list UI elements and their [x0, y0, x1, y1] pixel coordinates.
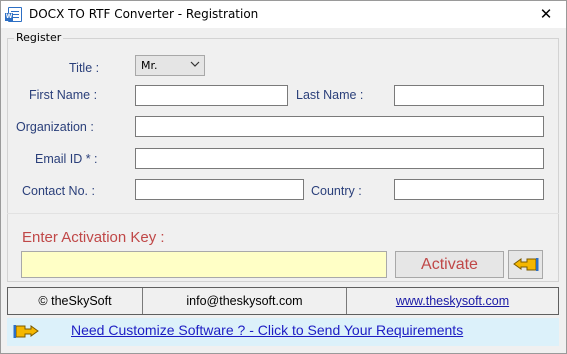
organization-label: Organization : — [16, 120, 94, 134]
app-document-icon — [5, 7, 22, 22]
footer-bar: © theSkySoft info@theskysoft.com www.the… — [7, 287, 559, 315]
customize-software-link[interactable]: Need Customize Software ? - Click to Sen… — [71, 322, 463, 338]
support-email: info@theskysoft.com — [186, 294, 303, 308]
register-group-label: Register — [14, 31, 64, 44]
title-select[interactable]: Mr. — [135, 55, 205, 76]
activate-button[interactable]: Activate — [395, 251, 504, 278]
customize-software-bar: Need Customize Software ? - Click to Sen… — [7, 318, 559, 346]
country-field[interactable] — [394, 179, 544, 200]
contact-label: Contact No. : — [22, 184, 95, 198]
last-name-field[interactable] — [394, 85, 544, 106]
chevron-down-icon — [190, 59, 200, 72]
activation-key-label: Enter Activation Key : — [22, 229, 165, 246]
title-select-value: Mr. — [141, 59, 158, 72]
title-label: Title : — [69, 61, 100, 75]
hand-pointing-right-icon — [13, 323, 39, 344]
company-name: © theSkySoft — [38, 294, 112, 308]
first-name-label: First Name : — [29, 88, 98, 102]
activation-key-input[interactable] — [21, 251, 387, 278]
website-link[interactable]: www.theskysoft.com — [396, 294, 509, 308]
organization-field[interactable] — [135, 116, 544, 137]
window-title: DOCX TO RTF Converter - Registration — [29, 7, 259, 21]
email-field[interactable] — [135, 148, 544, 169]
email-label: Email ID * : — [35, 152, 98, 166]
last-name-label: Last Name : — [296, 88, 364, 102]
section-divider — [7, 213, 559, 214]
country-label: Country : — [311, 184, 362, 198]
hand-pointing-left-icon — [513, 256, 539, 277]
close-button[interactable]: ✕ — [526, 1, 566, 28]
first-name-field[interactable] — [135, 85, 288, 106]
back-button[interactable] — [508, 250, 543, 279]
title-bar: DOCX TO RTF Converter - Registration ✕ — [1, 1, 566, 28]
contact-field[interactable] — [135, 179, 304, 200]
website-cell: www.theskysoft.com — [347, 288, 558, 314]
